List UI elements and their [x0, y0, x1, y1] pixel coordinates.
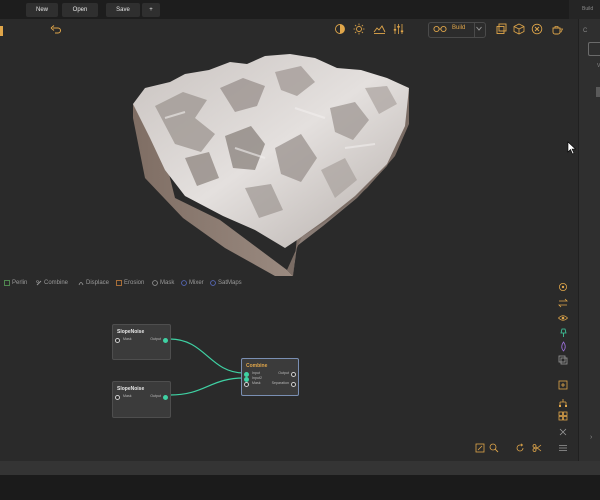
node-slopenoise-1[interactable]: SlopeNoise Mask Output — [112, 324, 171, 360]
menu-icon[interactable] — [558, 443, 568, 453]
search-icon[interactable] — [489, 443, 499, 453]
node-title: Combine — [246, 363, 268, 369]
grid-icon[interactable] — [558, 411, 568, 421]
expand-chevron[interactable]: › — [590, 434, 592, 441]
input-label: Mask — [123, 337, 132, 341]
output-label: Output — [278, 371, 289, 375]
input-label: Input — [252, 371, 260, 375]
output-label: Output — [150, 337, 161, 341]
input-port[interactable] — [244, 381, 249, 387]
panel-section-marker: C — [583, 28, 588, 34]
output-port[interactable] — [291, 371, 296, 377]
export-icon[interactable] — [558, 380, 568, 390]
node-title: SlopeNoise — [117, 329, 145, 335]
output-port[interactable] — [163, 394, 168, 400]
connection-wire — [169, 377, 245, 396]
panel-field[interactable] — [588, 42, 600, 56]
output-label: Separation — [271, 381, 289, 385]
input-port[interactable] — [115, 337, 120, 343]
hierarchy-icon[interactable] — [558, 398, 568, 408]
output-port[interactable] — [163, 337, 168, 343]
output-label: Output — [150, 394, 161, 398]
properties-panel — [578, 19, 600, 461]
copy-icon[interactable] — [558, 355, 568, 365]
output-port[interactable] — [291, 381, 296, 387]
node-slopenoise-2[interactable]: SlopeNoise Mask Output — [112, 381, 171, 418]
close-x-icon[interactable] — [558, 427, 568, 437]
connection-wire — [169, 338, 245, 374]
input-port[interactable] — [244, 376, 249, 382]
input-label: Mask — [252, 381, 261, 385]
swap-icon[interactable] — [558, 298, 568, 308]
panel-swatch[interactable] — [596, 87, 600, 97]
drop-icon[interactable] — [559, 341, 568, 352]
node-connections — [169, 338, 245, 396]
input-label: Mask — [123, 394, 132, 398]
input-port[interactable] — [115, 394, 120, 400]
eye-icon[interactable] — [558, 313, 568, 323]
input-port[interactable] — [244, 371, 249, 377]
node-combine[interactable]: Combine Input Input2 Mask Output Separat… — [241, 358, 299, 396]
pin-icon[interactable] — [559, 327, 568, 338]
scissors-icon[interactable] — [532, 443, 542, 453]
refresh-icon[interactable] — [515, 443, 525, 453]
fit-icon[interactable] — [475, 443, 485, 453]
bottom-bar — [0, 475, 600, 500]
status-bar — [0, 461, 600, 475]
target-icon[interactable] — [558, 282, 568, 292]
input-label: Input2 — [252, 376, 262, 380]
node-title: SlopeNoise — [117, 386, 145, 392]
